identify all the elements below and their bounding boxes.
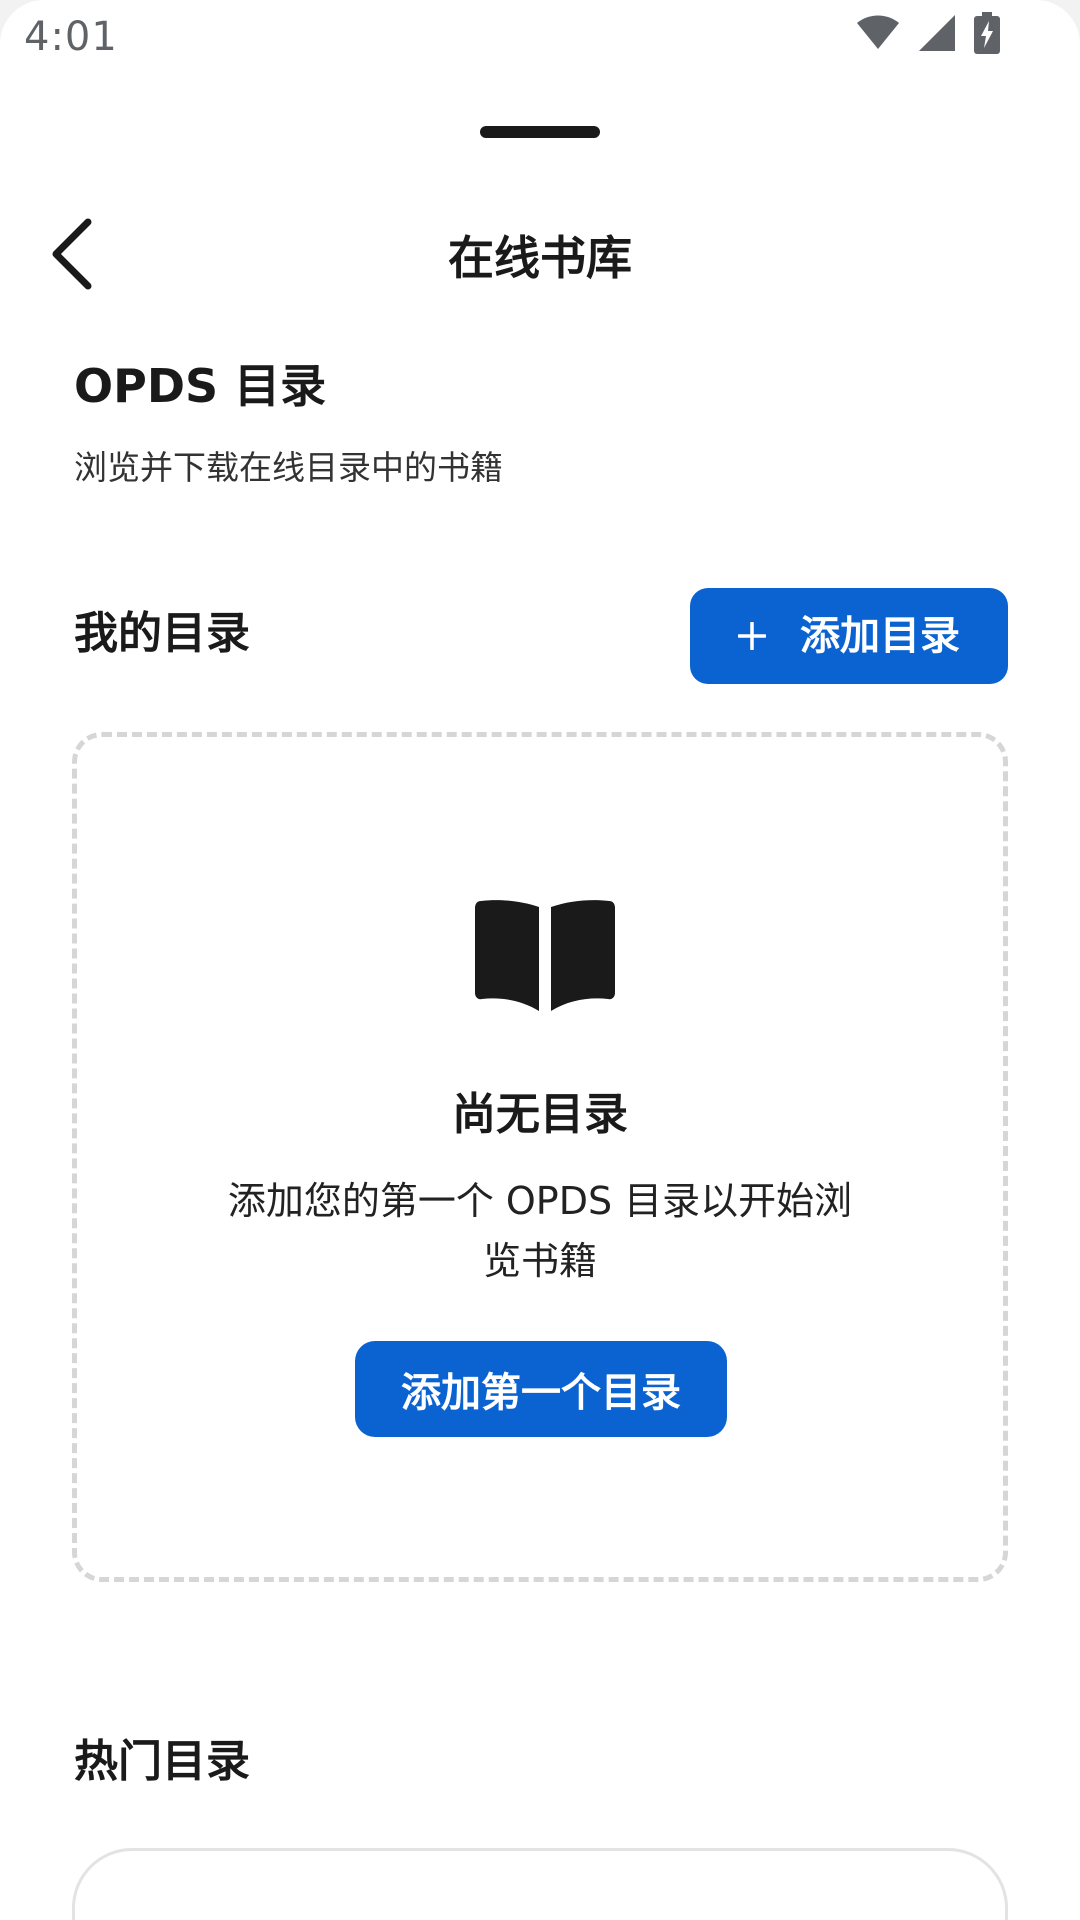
add-catalog-button-label: 添加目录 — [800, 613, 960, 659]
my-catalogs-heading: 我的目录 — [74, 608, 250, 659]
opds-section-subtitle: 浏览并下载在线目录中的书籍 — [74, 448, 503, 487]
wifi-icon — [856, 15, 900, 55]
empty-state-title: 尚无目录 — [452, 1089, 628, 1140]
status-bar: 4:01 — [0, 0, 1080, 74]
plus-icon — [737, 621, 767, 651]
bottom-sheet: 4:01 在线书库 OPDS 目录 浏览并下载在线目录中的书籍 我的目录 添加目… — [0, 0, 1080, 1920]
drag-handle[interactable] — [480, 126, 600, 138]
empty-catalogs-card: 尚无目录 添加您的第一个 OPDS 目录以开始浏览书籍 添加第一个目录 — [72, 732, 1008, 1582]
empty-state-description: 添加您的第一个 OPDS 目录以开始浏览书籍 — [227, 1179, 853, 1283]
status-time: 4:01 — [24, 14, 118, 60]
battery-charging-icon — [974, 12, 1000, 58]
opds-section-title: OPDS 目录 — [74, 359, 327, 413]
open-book-icon — [475, 897, 615, 1015]
signal-icon — [918, 14, 956, 56]
popular-catalog-card[interactable] — [72, 1848, 1008, 1920]
add-first-catalog-button[interactable]: 添加第一个目录 — [355, 1341, 727, 1437]
status-icons — [856, 12, 1000, 58]
page-title: 在线书库 — [448, 231, 632, 285]
add-catalog-button[interactable]: 添加目录 — [690, 588, 1008, 684]
popular-catalogs-heading: 热门目录 — [74, 1736, 250, 1787]
